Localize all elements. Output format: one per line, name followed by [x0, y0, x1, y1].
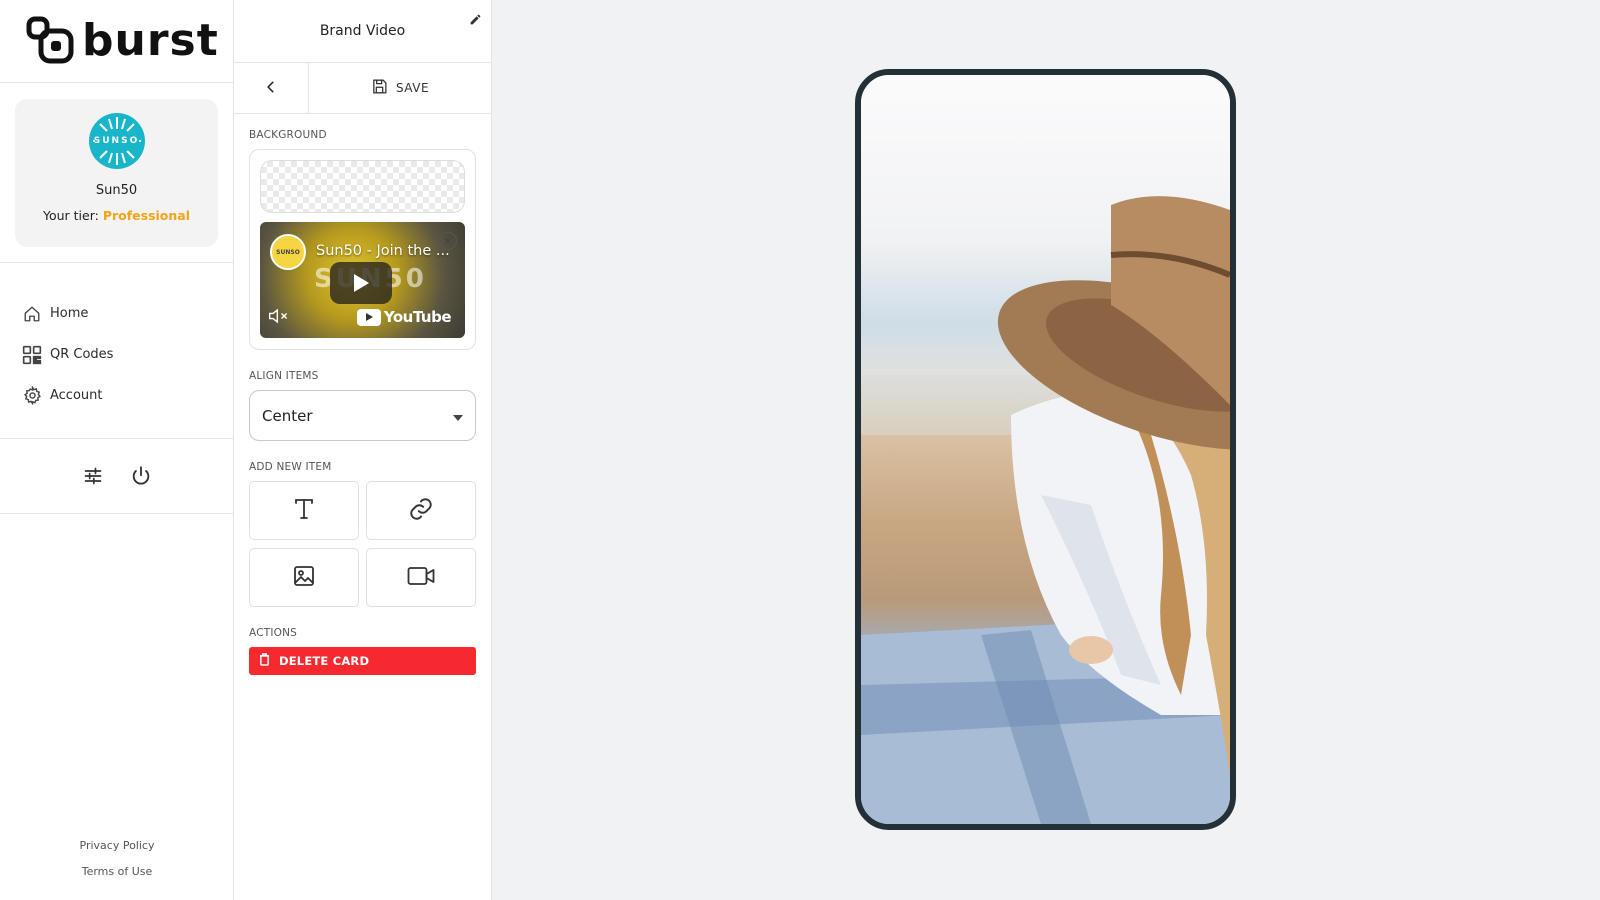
- transparent-background-option[interactable]: [260, 160, 465, 213]
- nav-item-account[interactable]: Account: [0, 375, 233, 416]
- profile-card: SUNSO Sun50 Your tier: Professional: [15, 99, 218, 247]
- add-new-item-section-label: ADD NEW ITEM: [249, 461, 332, 473]
- tier-label: Your tier:: [42, 208, 99, 223]
- power-icon[interactable]: [129, 464, 153, 488]
- align-items-select[interactable]: Center: [249, 390, 476, 441]
- sidebar: burst SUNSO Sun50 Your tier: Professiona…: [0, 0, 234, 900]
- nav-item-label: QR Codes: [50, 347, 114, 362]
- trash-icon: [259, 653, 270, 669]
- actions-section-label: ACTIONS: [249, 627, 298, 639]
- channel-logo: SUNSO: [270, 234, 306, 270]
- background-picker: SUN50 SUNSO Sun50 - Join the ... ✕ YouTu…: [249, 149, 476, 350]
- avatar-text: SUNSO: [93, 136, 140, 146]
- editor-toolbar: SAVE: [234, 63, 491, 114]
- phone-preview-frame: [855, 69, 1236, 830]
- image-icon: [292, 564, 316, 592]
- nav-item-label: Account: [50, 388, 103, 403]
- text-icon: [292, 497, 316, 525]
- brand-name: burst: [82, 15, 219, 66]
- delete-card-label: DELETE CARD: [279, 654, 370, 668]
- video-background-preview: [861, 75, 1230, 824]
- tools-bar: [0, 439, 233, 514]
- youtube-play-icon: [356, 308, 381, 326]
- youtube-logo: YouTube: [356, 308, 452, 326]
- beach-photo: [861, 196, 1230, 824]
- add-text-button[interactable]: [249, 481, 359, 540]
- tier-line: Your tier: Professional: [43, 208, 190, 223]
- video-background-thumbnail[interactable]: SUN50 SUNSO Sun50 - Join the ... ✕ YouTu…: [260, 222, 465, 338]
- video-icon: [407, 565, 435, 591]
- legal-links: Privacy Policy Terms of Use: [0, 826, 234, 878]
- remove-video-close-icon[interactable]: ✕: [439, 232, 457, 250]
- qr-code-icon: [22, 345, 42, 365]
- edit-title-pencil-icon[interactable]: [469, 11, 482, 30]
- muted-speaker-icon[interactable]: [268, 308, 290, 328]
- add-link-button[interactable]: [366, 481, 476, 540]
- floppy-disk-icon: [371, 78, 388, 98]
- terms-of-use-link[interactable]: Terms of Use: [0, 865, 234, 878]
- gear-icon: [22, 386, 42, 406]
- save-label: SAVE: [395, 81, 430, 95]
- brand-logo[interactable]: burst: [0, 0, 233, 83]
- youtube-wordmark: YouTube: [383, 308, 452, 326]
- save-button[interactable]: SAVE: [309, 63, 491, 113]
- avatar: SUNSO: [88, 113, 145, 169]
- editor-header: Brand Video: [234, 0, 491, 63]
- nav-item-home[interactable]: Home: [0, 293, 233, 334]
- burst-logo-icon: [26, 16, 74, 64]
- card-editor-panel: Brand Video SAVE BACKGROUND SUN50 SUNSO …: [234, 0, 492, 900]
- privacy-policy-link[interactable]: Privacy Policy: [0, 839, 234, 852]
- card-title: Brand Video: [319, 23, 406, 39]
- nav-item-label: Home: [50, 306, 89, 321]
- org-name: Sun50: [95, 183, 138, 198]
- add-image-button[interactable]: [249, 548, 359, 607]
- tier-value: Professional: [102, 208, 191, 223]
- align-items-section-label: ALIGN ITEMS: [249, 370, 319, 382]
- video-title: Sun50 - Join the ...: [316, 243, 450, 259]
- caret-down-icon: [453, 407, 463, 425]
- nav-item-qr-codes[interactable]: QR Codes: [0, 334, 233, 375]
- back-button[interactable]: [234, 63, 309, 113]
- background-section-label: BACKGROUND: [249, 129, 327, 141]
- add-item-grid: [249, 481, 476, 607]
- play-icon[interactable]: [330, 262, 392, 304]
- home-icon: [22, 304, 42, 324]
- add-video-button[interactable]: [366, 548, 476, 607]
- delete-card-button[interactable]: DELETE CARD: [249, 647, 476, 675]
- link-icon: [408, 496, 434, 526]
- sliders-icon[interactable]: [81, 464, 105, 488]
- align-items-value: Center: [262, 406, 313, 425]
- main-nav: Home QR Codes Account: [0, 263, 233, 439]
- chevron-left-icon: [264, 79, 278, 98]
